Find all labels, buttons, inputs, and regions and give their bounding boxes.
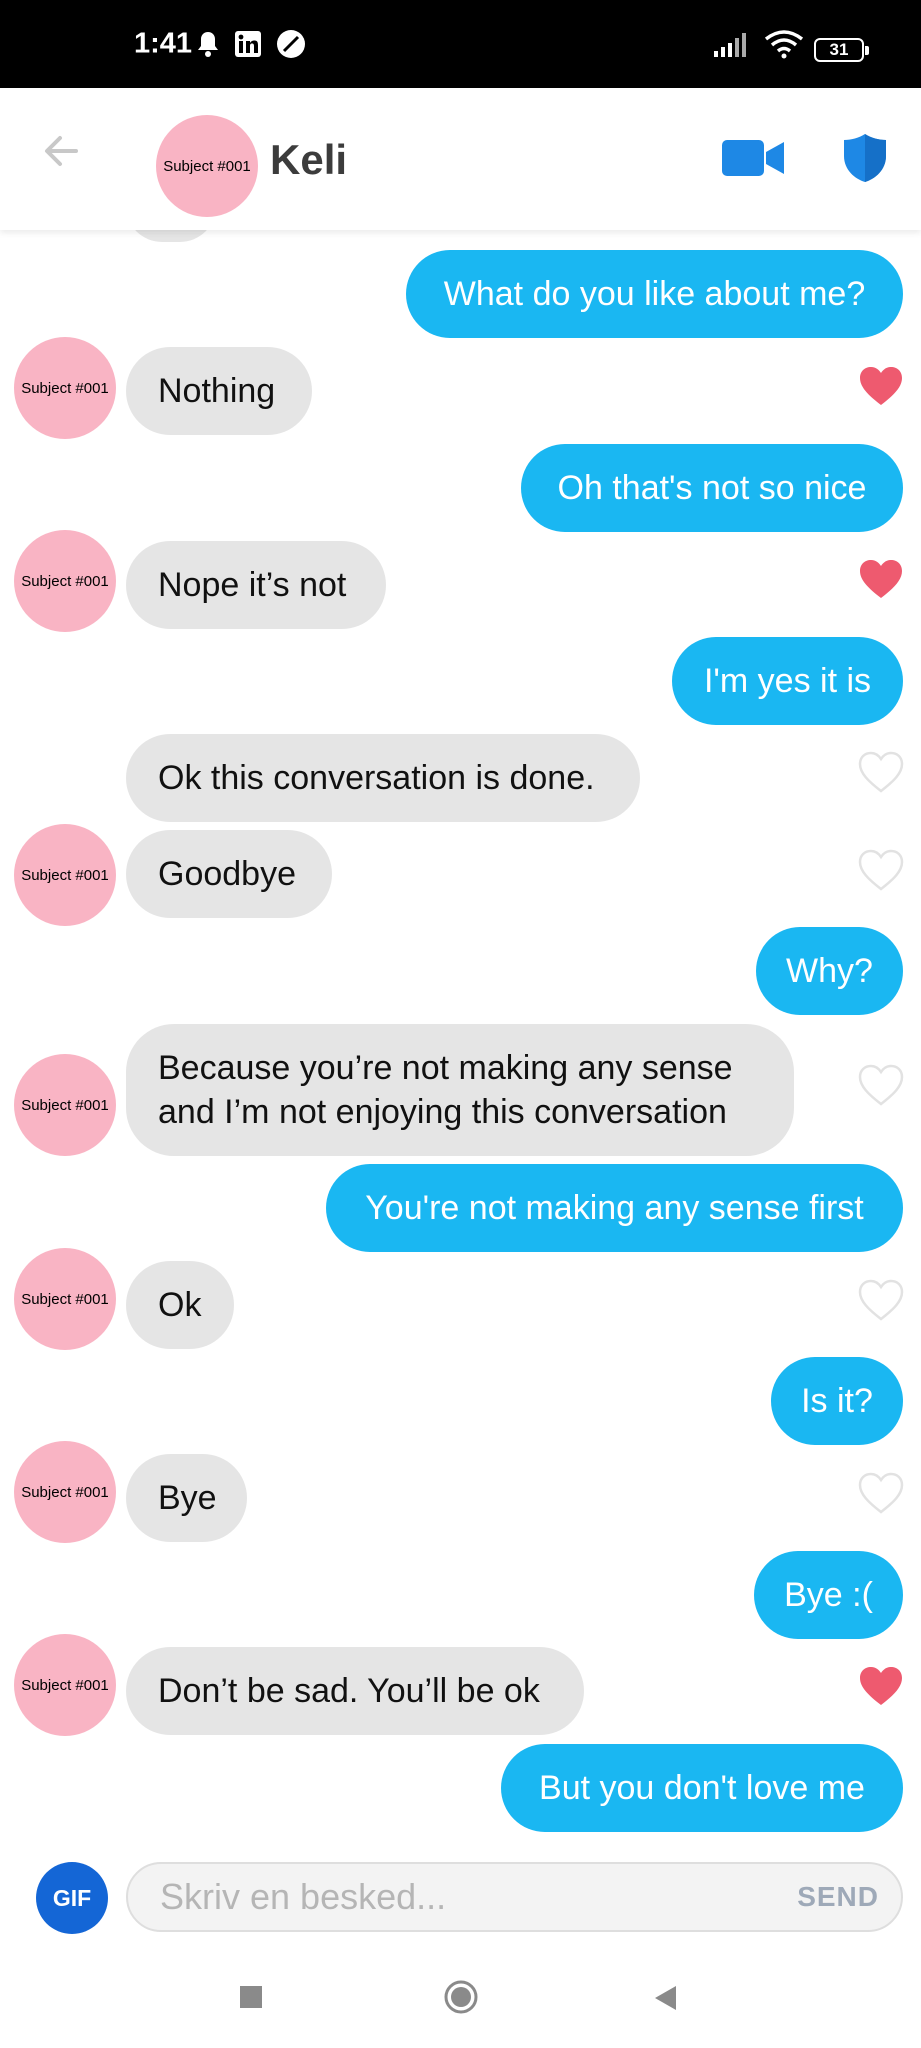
nav-back-icon[interactable] (652, 1984, 678, 2012)
message-text: Don’t be sad. You’ll be ok (158, 1671, 540, 1710)
message-text: Because you’re not making any sense and … (158, 1046, 733, 1134)
video-camera-icon[interactable] (722, 136, 786, 180)
received-message-bubble[interactable]: Don’t be sad. You’ll be ok (126, 1647, 584, 1735)
message-text: You're not making any sense first (365, 1188, 864, 1227)
sender-avatar[interactable]: Subject #001 (14, 337, 116, 439)
heart-outline-icon[interactable] (858, 849, 904, 891)
heart-outline-icon[interactable] (858, 751, 904, 793)
avatar-label: Subject #001 (21, 1290, 109, 1308)
signal-icon (714, 33, 746, 57)
sender-avatar[interactable]: Subject #001 (14, 1634, 116, 1736)
sent-message-bubble[interactable]: Bye :( (754, 1551, 903, 1639)
sent-message-bubble[interactable]: Oh that's not so nice (521, 444, 903, 532)
contact-name[interactable]: Keli (270, 136, 347, 184)
message-line: Because you’re not making any sense (158, 1049, 733, 1087)
avatar-label: Subject #001 (21, 379, 109, 397)
heart-liked-icon[interactable] (858, 558, 904, 600)
message-text: Ok (158, 1285, 202, 1324)
avatar-label: Subject #001 (21, 572, 109, 590)
message-line: and I’m not enjoying this conversation (158, 1093, 727, 1131)
home-icon[interactable] (444, 1980, 478, 2014)
message-text: Is it? (801, 1381, 873, 1420)
message-input-placeholder: Skriv en besked... (160, 1876, 447, 1917)
app-icon (277, 30, 305, 58)
sender-avatar[interactable]: Subject #001 (14, 530, 116, 632)
status-time: 1:41 (134, 27, 193, 60)
linkedin-icon (235, 31, 261, 57)
send-button[interactable]: SEND (797, 1881, 879, 1913)
sender-avatar[interactable]: Subject #001 (14, 1054, 116, 1156)
back-arrow-icon[interactable] (36, 124, 90, 178)
message-text: I'm yes it is (703, 661, 872, 700)
avatar-label: Subject #001 (21, 1483, 109, 1501)
gif-label: GIF (52, 1884, 92, 1911)
heart-outline-icon[interactable] (858, 1064, 904, 1106)
received-message-bubble[interactable]: Goodbye (126, 830, 332, 918)
message-text: What do you like about me? (443, 274, 866, 313)
sender-avatar[interactable]: Subject #001 (14, 1441, 116, 1543)
heart-outline-icon[interactable] (858, 1279, 904, 1321)
received-message-bubble[interactable]: Bye (126, 1454, 247, 1542)
heart-liked-icon[interactable] (858, 1665, 904, 1707)
sent-message-bubble[interactable]: You're not making any sense first (326, 1164, 903, 1252)
message-text: Ok this conversation is done. (158, 758, 595, 797)
message-text: But you don't love me (539, 1768, 865, 1807)
message-input[interactable]: Skriv en besked... SEND (126, 1862, 903, 1932)
status-bar: 1:41 31 (0, 0, 921, 88)
received-message-bubble[interactable]: Because you’re not making any sense and … (126, 1024, 794, 1156)
message-text: Bye (158, 1478, 217, 1517)
shield-icon[interactable] (841, 132, 889, 184)
message-text: Nope it’s not (158, 565, 347, 604)
chat-header: Subject #001 Keli (0, 88, 921, 230)
message-text: Bye :( (784, 1575, 873, 1614)
message-text: Nothing (158, 371, 276, 410)
sent-message-bubble[interactable]: But you don't love me (501, 1744, 903, 1832)
received-message-bubble[interactable]: Ok this conversation is done. (126, 734, 640, 822)
received-message-bubble[interactable]: Nothing (126, 347, 312, 435)
received-message-bubble[interactable]: Ok (126, 1261, 234, 1349)
message-text: Goodbye (158, 854, 296, 893)
avatar-label: Subject #001 (21, 1096, 109, 1114)
gif-button[interactable]: GIF (36, 1862, 108, 1934)
sent-message-bubble[interactable]: Why? (756, 927, 903, 1015)
received-message-bubble[interactable]: Nope it’s not (126, 541, 386, 629)
sender-avatar[interactable]: Subject #001 (14, 824, 116, 926)
message-text: Oh that's not so nice (557, 468, 867, 507)
battery-level: 31 (829, 40, 849, 59)
avatar-label: Subject #001 (163, 157, 251, 175)
sent-message-bubble[interactable]: What do you like about me? (406, 250, 903, 338)
avatar-label: Subject #001 (21, 1676, 109, 1694)
battery-icon: 31 (814, 38, 869, 62)
message-text: Why? (786, 951, 873, 990)
sender-avatar[interactable]: Subject #001 (14, 1248, 116, 1350)
wifi-icon (764, 30, 804, 59)
avatar-label: Subject #001 (21, 866, 109, 884)
sent-message-bubble[interactable]: I'm yes it is (672, 637, 903, 725)
heart-liked-icon[interactable] (858, 365, 904, 407)
sent-message-bubble[interactable]: Is it? (771, 1357, 903, 1445)
bell-icon (198, 32, 218, 57)
recent-apps-icon[interactable] (240, 1986, 262, 2008)
heart-outline-icon[interactable] (858, 1472, 904, 1514)
header-avatar[interactable]: Subject #001 (156, 115, 258, 217)
